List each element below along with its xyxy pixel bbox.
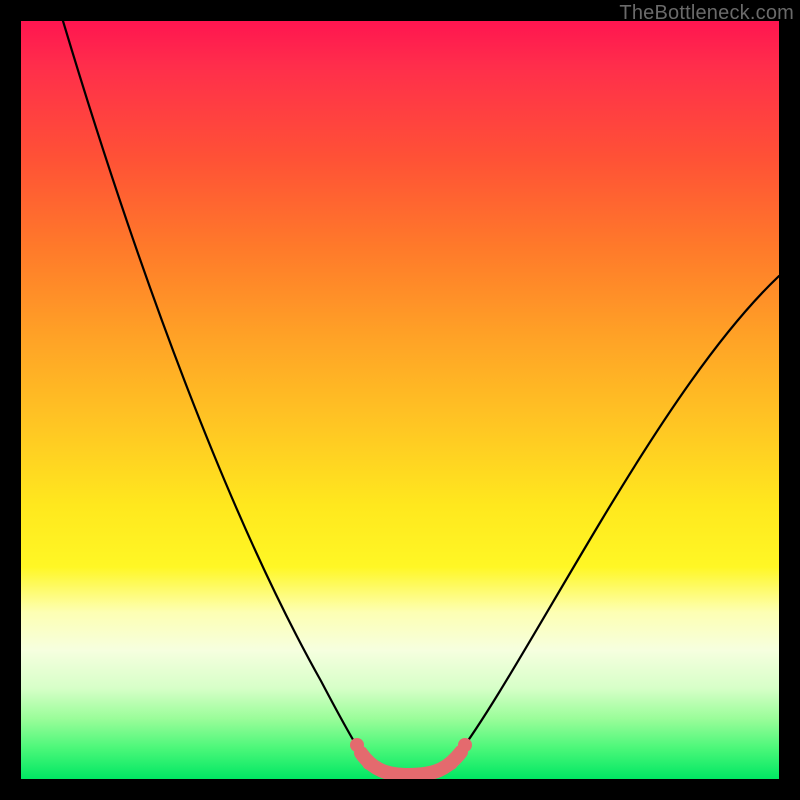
marker-dot — [362, 756, 376, 770]
bottleneck-chart — [21, 21, 779, 779]
marker-dot — [350, 738, 364, 752]
watermark-text: TheBottleneck.com — [619, 2, 794, 25]
marker-dot — [458, 738, 472, 752]
plot-frame — [21, 21, 779, 779]
curve-left-branch — [63, 21, 363, 756]
curve-right-branch — [363, 276, 779, 777]
marker-dot — [444, 756, 458, 770]
